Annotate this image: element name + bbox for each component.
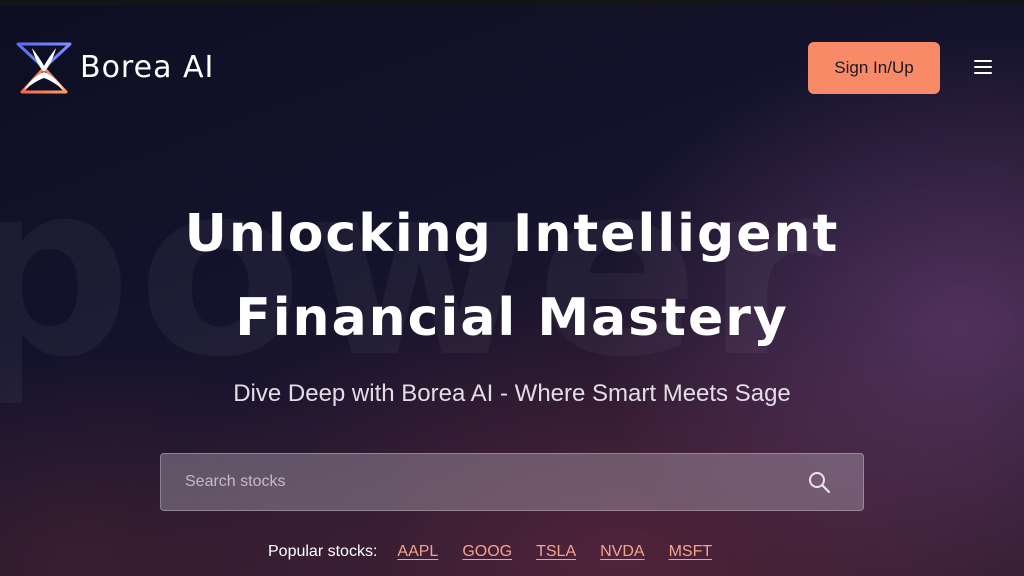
brand-name: Borea AI [80, 50, 215, 85]
hero-title: Unlocking Intelligent Financial Mastery [0, 192, 1024, 360]
search-icon[interactable] [807, 470, 831, 494]
hamburger-menu-icon [974, 60, 992, 74]
popular-stocks-label: Popular stocks: [268, 543, 378, 560]
site-header: Borea AI Sign In/Up [0, 6, 1024, 118]
stock-link-nvda[interactable]: NVDA [600, 543, 644, 561]
stock-link-aapl[interactable]: AAPL [397, 543, 438, 561]
stock-link-msft[interactable]: MSFT [669, 543, 713, 561]
popular-stocks: Popular stocks: AAPL GOOG TSLA NVDA MSFT [268, 541, 736, 563]
borea-logo-icon [16, 42, 72, 94]
hero-title-line-1: Unlocking Intelligent [184, 204, 840, 264]
stock-link-tsla[interactable]: TSLA [536, 543, 576, 561]
sign-in-up-button[interactable]: Sign In/Up [808, 42, 940, 94]
hero-subtitle: Dive Deep with Borea AI - Where Smart Me… [233, 380, 791, 407]
hero-title-line-2: Financial Mastery [235, 288, 789, 348]
search-box [160, 453, 864, 511]
stock-link-goog[interactable]: GOOG [462, 543, 512, 561]
search-input[interactable] [161, 454, 781, 510]
brand-logo[interactable]: Borea AI [16, 42, 214, 94]
menu-button[interactable] [968, 52, 998, 82]
